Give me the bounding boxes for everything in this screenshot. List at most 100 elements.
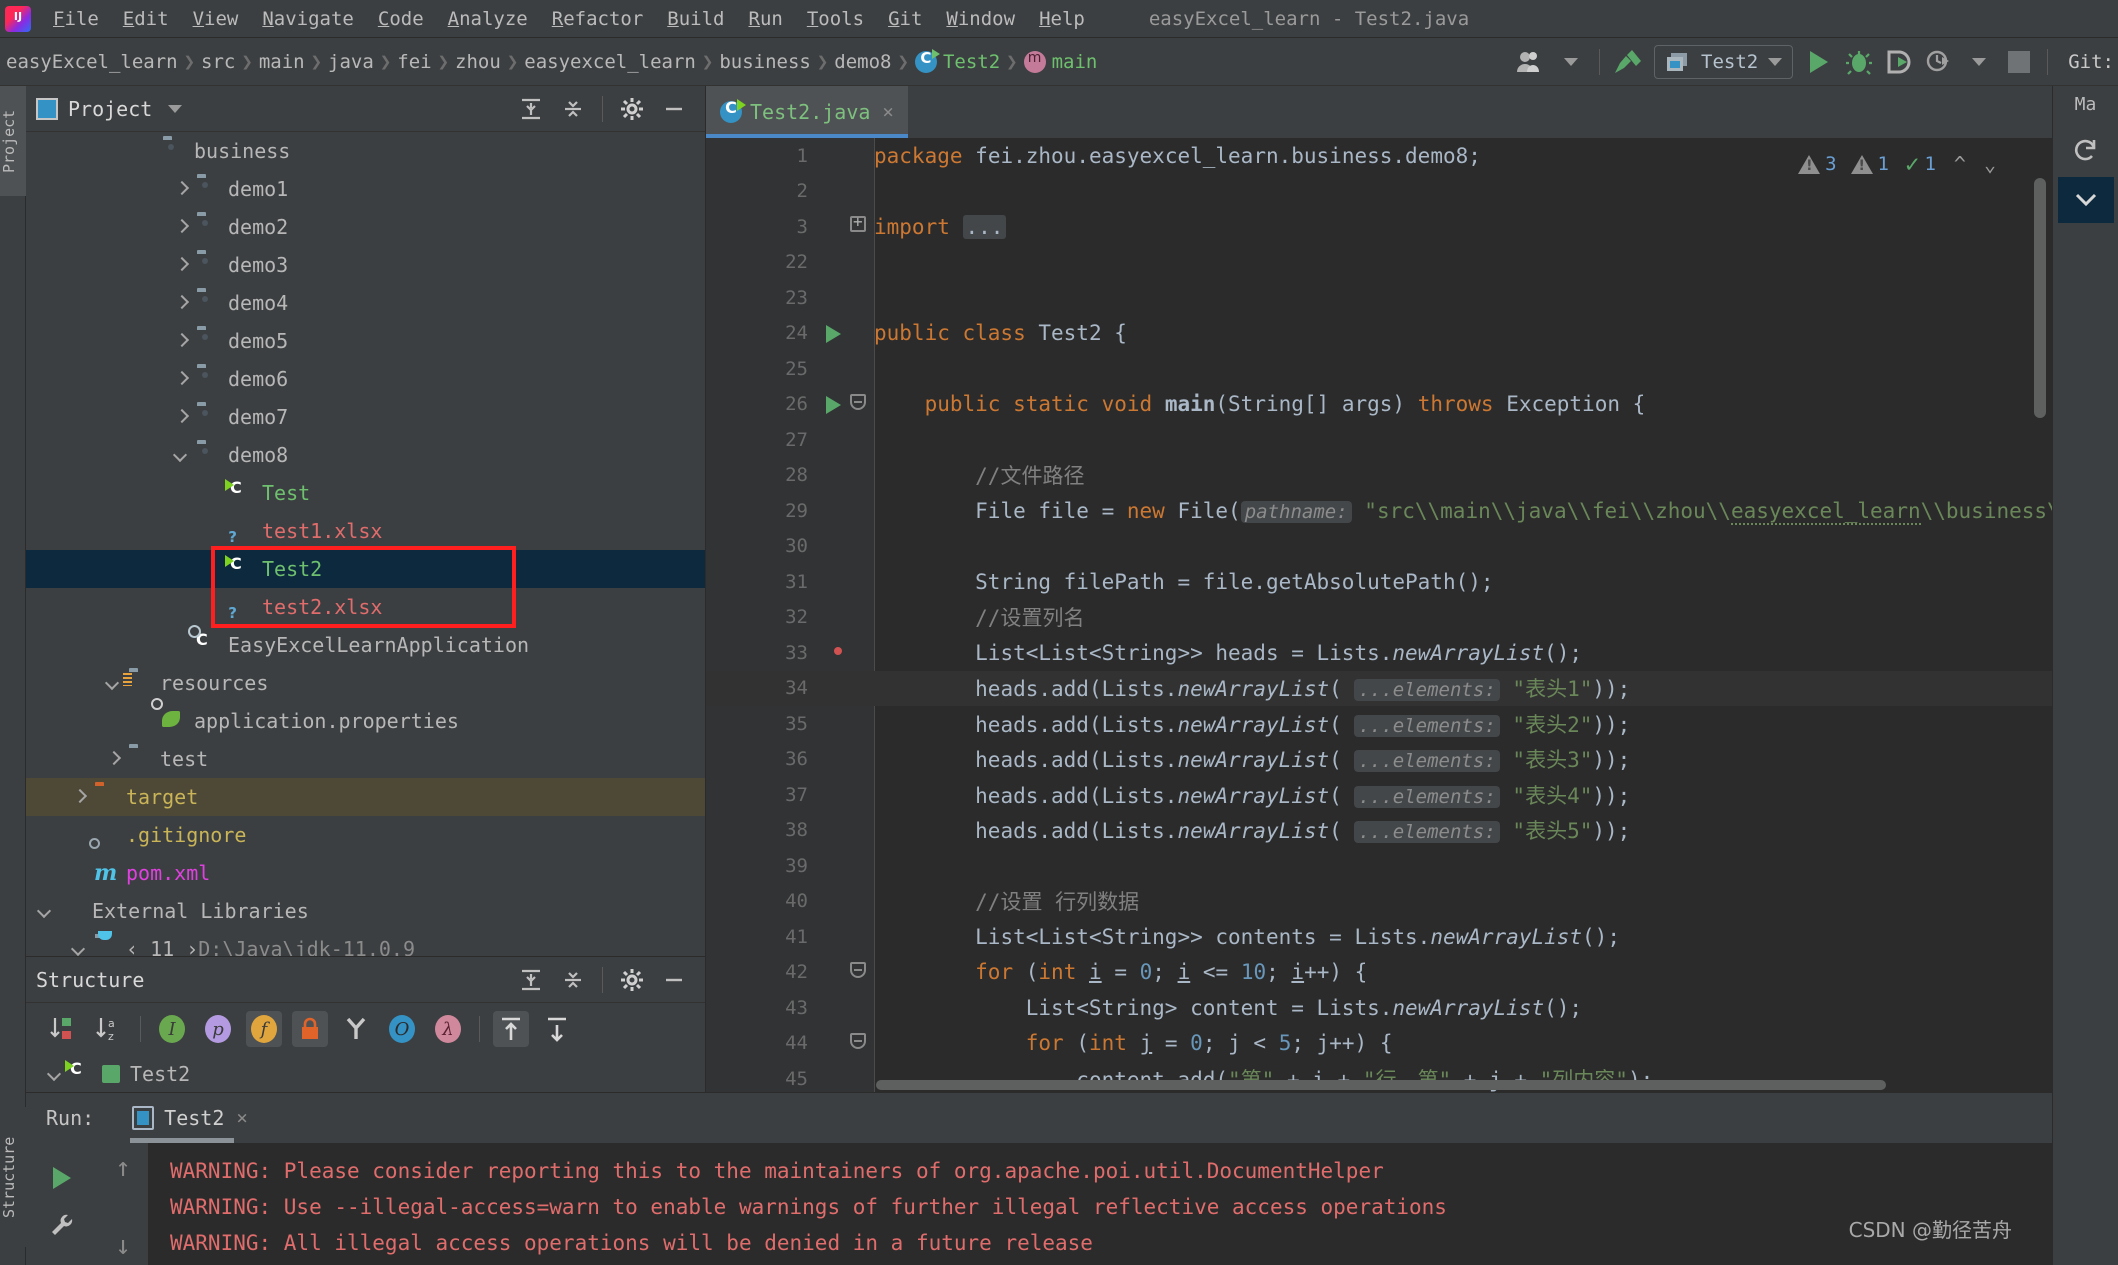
breadcrumb-item-fei[interactable]: fei: [397, 51, 431, 73]
editor-horizontal-scrollbar[interactable]: [876, 1080, 1886, 1090]
show-inherited-icon[interactable]: I: [154, 1011, 190, 1047]
breadcrumb-item-zhou[interactable]: zhou: [455, 51, 501, 73]
code-line-29[interactable]: 29 File file = new File(pathname: "src\\…: [706, 493, 2052, 529]
rerun-button[interactable]: [38, 1155, 86, 1201]
chevron-down-icon[interactable]: [1554, 45, 1588, 79]
code-line-2[interactable]: 2: [706, 174, 2052, 210]
tree-spacer[interactable]: [70, 825, 90, 845]
code-line-37[interactable]: 37 heads.add(Lists.newArrayList( ...elem…: [706, 777, 2052, 813]
menu-item-window[interactable]: Window: [934, 6, 1027, 32]
tree-item-test[interactable]: Test: [26, 474, 705, 512]
sidebar-item-structure[interactable]: Structure: [0, 1107, 26, 1247]
tree-item-resources[interactable]: resources: [26, 664, 705, 702]
breadcrumb-item-easyexcel_learn[interactable]: easyexcel_learn: [524, 51, 696, 73]
tree-item-demo3[interactable]: demo3: [26, 246, 705, 284]
run-with-coverage-button[interactable]: [1882, 45, 1916, 79]
chevron-right-icon[interactable]: [172, 369, 192, 389]
expand-all-icon[interactable]: [514, 963, 548, 997]
chevron-down-icon[interactable]: [36, 901, 56, 921]
code-line-34[interactable]: 34 heads.add(Lists.newArrayList( ...elem…: [706, 670, 2052, 706]
console-tab-test2[interactable]: Test2 ×: [122, 1093, 258, 1143]
chevron-down-icon[interactable]: [168, 104, 183, 113]
show-fields-icon[interactable]: f: [246, 1011, 282, 1047]
code-line-44[interactable]: 44 for (int j = 0; j < 5; j++) {: [706, 1026, 2052, 1062]
tree-spacer[interactable]: [206, 597, 226, 617]
close-icon[interactable]: ×: [882, 101, 893, 123]
tab-test2-java[interactable]: Test2.java ×: [706, 86, 908, 138]
breadcrumb[interactable]: easyExcel_learn ❯ src ❯ main ❯ java ❯ fei ❯ zhou ❯ e…: [0, 51, 891, 73]
tree-item-pom-xml[interactable]: m pom.xml: [26, 854, 705, 892]
project-tree[interactable]: business demo1 demo2 demo3 demo4 demo5 demo6 de…: [26, 132, 705, 956]
tree-item-test2[interactable]: Test2: [26, 550, 705, 588]
menu-item-tools[interactable]: Tools: [795, 6, 876, 32]
code-line-42[interactable]: 42 for (int i = 0; i <= 10; i++) {: [706, 955, 2052, 991]
chevron-right-icon[interactable]: [172, 217, 192, 237]
code-line-27[interactable]: 27: [706, 422, 2052, 458]
chevron-right-icon[interactable]: [172, 179, 192, 199]
console-output[interactable]: WARNING: Please consider reporting this …: [148, 1143, 2052, 1265]
tree-spacer[interactable]: [172, 635, 192, 655]
tree-item-demo7[interactable]: demo7: [26, 398, 705, 436]
sort-by-visibility-icon[interactable]: [45, 1011, 81, 1047]
menu-item-refactor[interactable]: Refactor: [540, 6, 656, 32]
git-widget-label[interactable]: Git:: [2056, 51, 2114, 73]
code-line-26[interactable]: 26 public static void main(String[] args…: [706, 387, 2052, 423]
inspection-widget[interactable]: 3 1 ✓ 1 ^ ⌄: [1784, 150, 1996, 178]
tree-item-external-libraries[interactable]: External Libraries: [26, 892, 705, 930]
menu-item-code[interactable]: Code: [366, 6, 436, 32]
expand-all-icon[interactable]: [493, 1011, 529, 1047]
sort-alphabetically-icon[interactable]: az: [91, 1011, 127, 1047]
show-non-public-icon[interactable]: [292, 1011, 328, 1047]
tree-item-demo5[interactable]: demo5: [26, 322, 705, 360]
expand-all-icon[interactable]: [514, 92, 548, 126]
menu-item-analyze[interactable]: Analyze: [436, 6, 540, 32]
gear-icon[interactable]: [615, 92, 649, 126]
fold-collapse-icon[interactable]: [850, 961, 866, 978]
settings-wrench-icon[interactable]: [38, 1203, 86, 1249]
sidebar-item-project[interactable]: Project: [0, 86, 26, 196]
code-line-41[interactable]: 41 List<List<String>> contents = Lists.n…: [706, 919, 2052, 955]
tree-item-application-properties[interactable]: application.properties: [26, 698, 705, 740]
tree-item-test[interactable]: test: [26, 740, 705, 778]
tree-item--gitignore[interactable]: .gitignore: [26, 816, 705, 854]
tree-spacer[interactable]: [138, 141, 158, 161]
tree-item-demo6[interactable]: demo6: [26, 360, 705, 398]
fold-collapse-icon[interactable]: [850, 1032, 866, 1049]
menu-item-help[interactable]: Help: [1027, 6, 1097, 32]
chevron-down-icon[interactable]: [1768, 57, 1783, 66]
code-line-36[interactable]: 36 heads.add(Lists.newArrayList( ...elem…: [706, 742, 2052, 778]
breadcrumb-item-main[interactable]: main: [259, 51, 305, 73]
chevron-down-icon[interactable]: [1962, 45, 1996, 79]
code-line-22[interactable]: 22: [706, 245, 2052, 281]
chevron-down-icon[interactable]: [172, 445, 192, 465]
menu-item-edit[interactable]: Edit: [111, 6, 181, 32]
chevron-down-icon[interactable]: [2057, 177, 2114, 223]
code-line-33[interactable]: 33 List<List<String>> heads = Lists.newA…: [706, 635, 2052, 671]
code-lines[interactable]: 1 package fei.zhou.easyexcel_learn.busine…: [706, 138, 2052, 1092]
show-properties-icon[interactable]: p: [200, 1011, 236, 1047]
group-methods-icon[interactable]: [338, 1011, 374, 1047]
run-gutter-icon[interactable]: [826, 395, 841, 414]
code-line-3[interactable]: 3 import ...: [706, 209, 2052, 245]
show-anonymous-icon[interactable]: O: [384, 1011, 420, 1047]
chevron-down-icon[interactable]: [104, 673, 124, 693]
menu-item-navigate[interactable]: Navigate: [250, 6, 366, 32]
chevron-right-icon[interactable]: [104, 749, 124, 769]
editor-vertical-scrollbar[interactable]: [2034, 178, 2046, 418]
breadcrumb-item-business[interactable]: business: [719, 51, 811, 73]
chevron-down-icon[interactable]: [70, 939, 90, 956]
code-line-25[interactable]: 25: [706, 351, 2052, 387]
chevron-right-icon[interactable]: [172, 407, 192, 427]
structure-root-item[interactable]: Test2: [26, 1055, 705, 1093]
tree-item-demo4[interactable]: demo4: [26, 284, 705, 322]
hide-panel-icon[interactable]: [657, 963, 691, 997]
code-line-38[interactable]: 38 heads.add(Lists.newArrayList( ...elem…: [706, 813, 2052, 849]
run-gutter-icon[interactable]: [826, 324, 841, 343]
tree-item-test2-xlsx[interactable]: ? test2.xlsx: [26, 588, 705, 626]
tree-item-demo2[interactable]: demo2: [26, 208, 705, 246]
collapse-all-icon[interactable]: [556, 92, 590, 126]
tree-item-test1-xlsx[interactable]: ? test1.xlsx: [26, 512, 705, 550]
chevron-right-icon[interactable]: [172, 293, 192, 313]
menu-item-build[interactable]: Build: [655, 6, 736, 32]
chevron-right-icon[interactable]: [172, 255, 192, 275]
